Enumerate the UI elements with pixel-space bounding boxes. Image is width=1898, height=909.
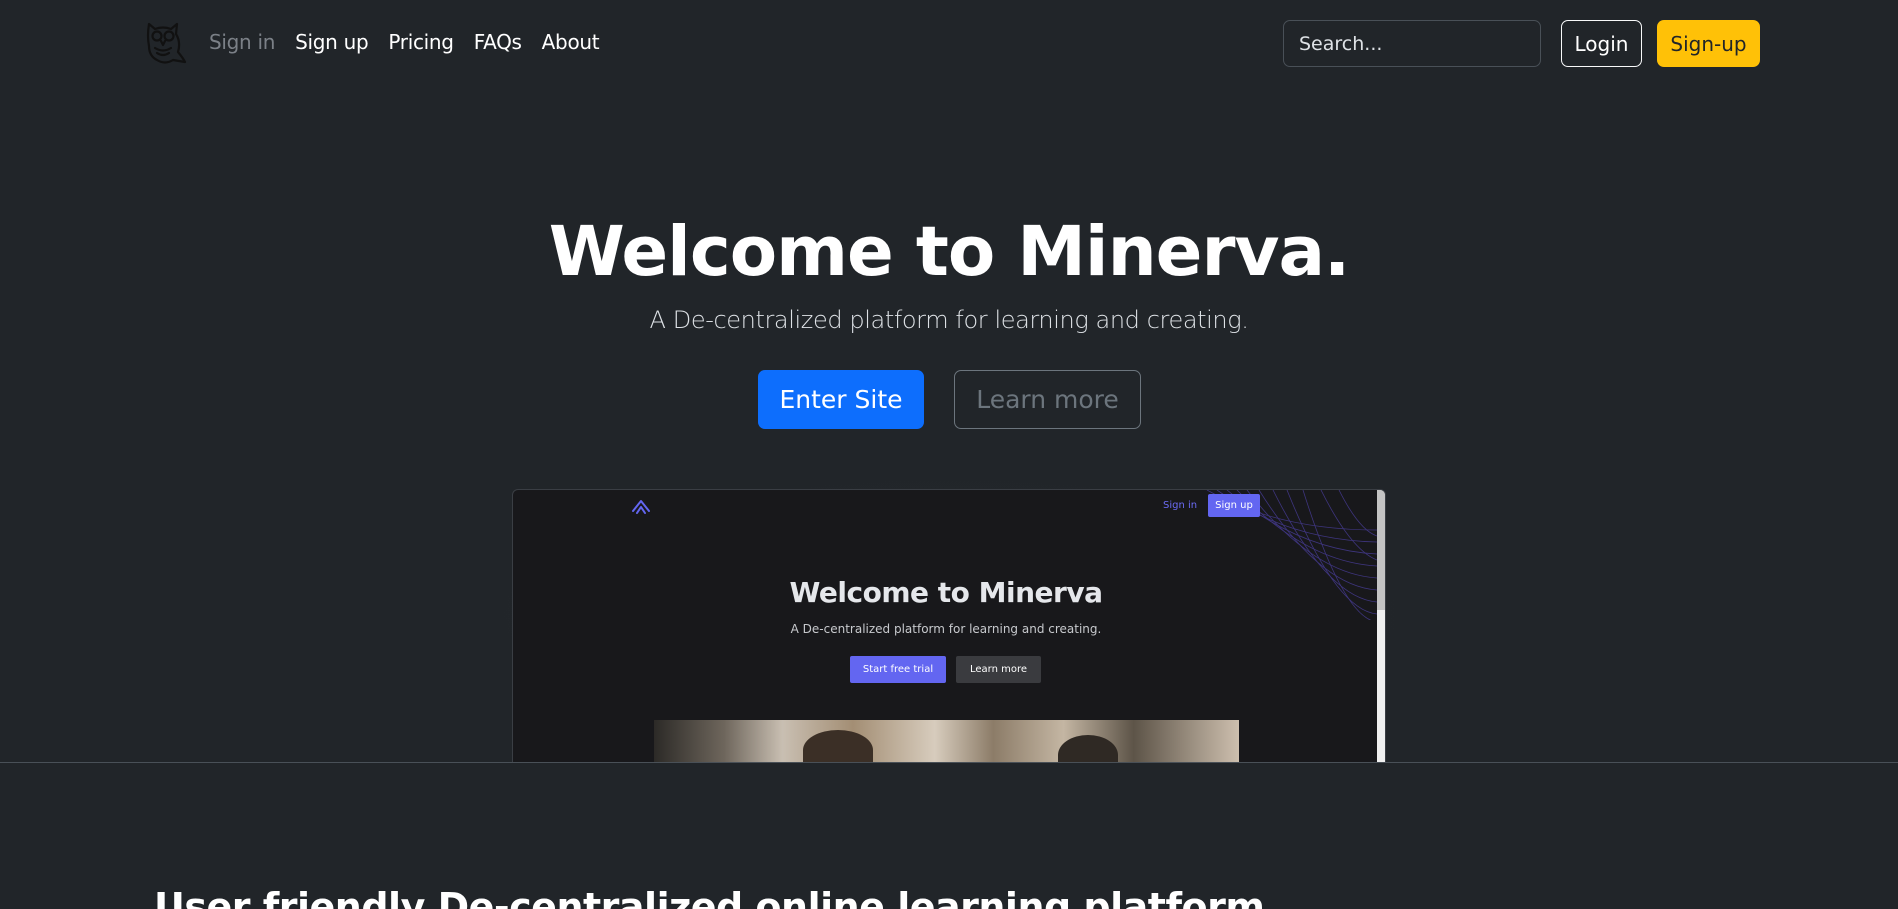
preview-start-trial-button: Start free trial <box>850 656 946 683</box>
login-button[interactable]: Login <box>1561 20 1642 67</box>
minerva-chevron-icon <box>632 500 650 514</box>
preview-learn-more-button: Learn more <box>956 656 1041 683</box>
enter-site-button[interactable]: Enter Site <box>758 370 924 429</box>
owl-logo-icon[interactable] <box>143 20 187 66</box>
preview-scrollbar <box>1377 490 1385 763</box>
preview-sign-in-link: Sign in <box>1163 500 1198 511</box>
nav-link-sign-up[interactable]: Sign up <box>295 30 369 54</box>
nav-link-pricing[interactable]: Pricing <box>388 30 454 54</box>
section-divider <box>0 762 1898 763</box>
site-header: Sign in Sign up Pricing FAQs About Login… <box>0 0 1898 88</box>
hero-title: Welcome to Minerva. <box>548 212 1351 292</box>
preview-photo <box>654 720 1239 763</box>
search-input[interactable] <box>1283 20 1541 67</box>
hero-subtitle: A De-centralized platform for learning a… <box>649 306 1249 334</box>
nav-link-about[interactable]: About <box>542 30 600 54</box>
nav-link-faqs[interactable]: FAQs <box>474 30 522 54</box>
preview-sign-up-button: Sign up <box>1208 494 1260 517</box>
main-nav: Sign in Sign up Pricing FAQs About <box>209 30 619 54</box>
preview-subtitle: A De-centralized platform for learning a… <box>790 622 1102 636</box>
nav-link-sign-in[interactable]: Sign in <box>209 30 275 54</box>
learn-more-button[interactable]: Learn more <box>954 370 1141 429</box>
preview-scrollbar-thumb <box>1377 490 1385 610</box>
site-preview-image: Sign in Sign up Welcome to Minerva A De-… <box>512 489 1386 763</box>
preview-photo-person <box>803 730 873 763</box>
features-section-title: User friendly De-centralized online lear… <box>154 885 1265 909</box>
preview-title: Welcome to Minerva <box>789 576 1103 609</box>
signup-button[interactable]: Sign-up <box>1657 20 1760 67</box>
